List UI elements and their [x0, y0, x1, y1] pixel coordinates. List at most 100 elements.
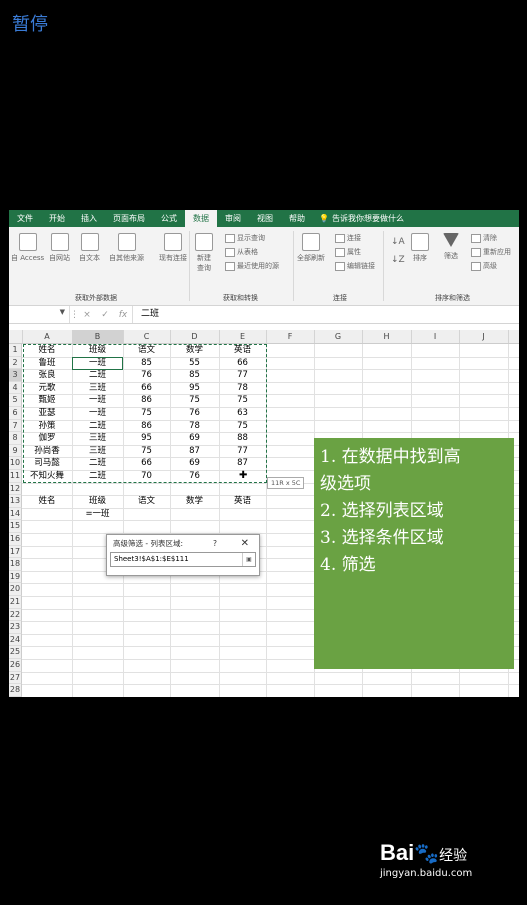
column-header-b[interactable]: B [72, 330, 124, 343]
row-header[interactable]: 15 [9, 520, 22, 533]
table-cell[interactable]: 语文 [123, 495, 170, 508]
tab-file[interactable]: 文件 [9, 210, 41, 227]
name-box[interactable]: ▼ [9, 306, 70, 323]
new-query-button[interactable]: 新建 查询 [195, 233, 213, 273]
row-header[interactable]: 4 [9, 381, 22, 395]
sort-button[interactable]: 排序 [411, 233, 429, 263]
column-header-j[interactable]: J [459, 330, 509, 343]
sort-desc-icon: ↓Z [391, 255, 405, 265]
row-header[interactable]: 17 [9, 545, 22, 559]
show-queries-button[interactable]: 显示查询 [225, 233, 265, 243]
row-header[interactable]: 12 [9, 482, 22, 496]
row-header[interactable]: 3 [9, 369, 22, 382]
row-header[interactable]: 10 [9, 457, 22, 470]
clear-button[interactable]: 清除 [471, 233, 497, 243]
select-all-corner[interactable] [9, 330, 23, 343]
row-header[interactable]: 21 [9, 596, 22, 609]
new-query-icon [195, 233, 213, 251]
from-text-button[interactable]: 自文本 [79, 233, 100, 263]
tab-data[interactable]: 数据 [185, 210, 217, 227]
edit-links-button[interactable]: 编辑链接 [335, 261, 375, 271]
table-cell[interactable]: 数学 [170, 495, 219, 508]
from-access-button[interactable]: 自 Access [11, 233, 44, 263]
row-header[interactable]: 16 [9, 533, 22, 546]
row-header[interactable]: 2 [9, 356, 22, 370]
row-header[interactable]: 7 [9, 419, 22, 433]
column-header-i[interactable]: I [411, 330, 460, 343]
row-header[interactable]: 22 [9, 608, 22, 622]
table-cell[interactable]: 英语 [219, 495, 266, 508]
cancel-icon[interactable]: × [78, 310, 96, 320]
from-other-sources-button[interactable]: 自其他来源 [109, 233, 144, 263]
sort-desc-button[interactable]: ↓Z [391, 255, 405, 265]
column-header-e[interactable]: E [219, 330, 267, 343]
worksheet-grid[interactable]: ABCDEFGHIJ 1 2 3 4 5 6 7 8 9 10 11 12 13 14 15 16 17 18 19… [9, 324, 519, 697]
row-header[interactable]: 25 [9, 646, 22, 659]
row-header[interactable]: 23 [9, 621, 22, 634]
recent-sources-button[interactable]: 最近使用的源 [225, 261, 279, 271]
refresh-all-button[interactable]: 全部刷新 [297, 233, 325, 263]
advanced-filter-button[interactable]: 高级 [471, 261, 497, 271]
close-icon[interactable]: ✕ [241, 535, 249, 552]
cursor-plus-icon: ✚ [239, 470, 248, 481]
row-header[interactable]: 8 [9, 432, 22, 445]
row-header[interactable]: 20 [9, 583, 22, 596]
column-header-g[interactable]: G [314, 330, 363, 343]
row-header[interactable]: 6 [9, 407, 22, 420]
fx-icon[interactable]: fx [114, 310, 132, 320]
column-header-c[interactable]: C [123, 330, 171, 343]
from-web-button[interactable]: 自网站 [49, 233, 70, 263]
pause-button[interactable]: 暂停 [12, 10, 48, 36]
watermark-url: jingyan.baidu.com [380, 868, 473, 879]
group-label-sort-filter: 排序和筛选 [435, 294, 470, 302]
enter-icon[interactable]: ✓ [96, 310, 114, 320]
column-header-f[interactable]: F [266, 330, 315, 343]
dialog-title-bar: 高级筛选 - 列表区域: ? ✕ [107, 535, 259, 552]
tab-help[interactable]: 帮助 [281, 210, 313, 227]
tab-formulas[interactable]: 公式 [153, 210, 185, 227]
row-header[interactable]: 24 [9, 633, 22, 647]
list-range-input[interactable]: Sheet3!$A$1:$E$111 ▣ [110, 552, 256, 567]
from-table-button[interactable]: 从表格 [225, 247, 258, 257]
tell-me-box[interactable]: 💡 告诉我你想要做什么 [313, 213, 404, 224]
sort-asc-button[interactable]: ↓A [391, 237, 405, 247]
help-icon[interactable]: ? [213, 535, 217, 552]
row-header[interactable]: 14 [9, 507, 22, 521]
expand-dialog-icon[interactable]: ▣ [242, 553, 255, 566]
link-icon [335, 233, 345, 243]
row-header[interactable]: 19 [9, 570, 22, 584]
row-header[interactable]: 13 [9, 495, 22, 508]
row-header[interactable]: 11 [9, 470, 22, 483]
refresh-icon [302, 233, 320, 251]
edit-links-icon [335, 261, 345, 271]
column-header-h[interactable]: H [362, 330, 412, 343]
row-header[interactable]: 1 [9, 344, 22, 357]
row-header[interactable]: 5 [9, 394, 22, 407]
row-header[interactable]: 18 [9, 558, 22, 571]
reapply-button[interactable]: 重新应用 [471, 247, 511, 257]
tab-review[interactable]: 审阅 [217, 210, 249, 227]
table-cell[interactable]: =一班 [72, 508, 123, 521]
ribbon-data: 自 Access 自网站 自文本 自其他来源 现有连接 获取外部数据 新建 查询… [9, 227, 519, 306]
tab-insert[interactable]: 插入 [73, 210, 105, 227]
row-header[interactable]: 27 [9, 671, 22, 685]
grip-icon: ⋮ [70, 309, 79, 320]
formula-input[interactable]: 二班 [132, 306, 519, 323]
properties-button[interactable]: 属性 [335, 247, 361, 257]
column-header-d[interactable]: D [170, 330, 220, 343]
row-header[interactable]: 9 [9, 444, 22, 458]
table-cell[interactable]: 班级 [72, 495, 123, 508]
ribbon-tabs: 文件 开始 插入 页面布局 公式 数据 审阅 视图 帮助 💡 告诉我你想要做什么 [9, 210, 519, 227]
row-header[interactable]: 28 [9, 684, 22, 697]
connections-button[interactable]: 连接 [335, 233, 361, 243]
column-header-a[interactable]: A [22, 330, 73, 343]
clear-filter-icon [471, 233, 481, 243]
row-header[interactable]: 26 [9, 659, 22, 672]
tab-page-layout[interactable]: 页面布局 [105, 210, 153, 227]
tab-home[interactable]: 开始 [41, 210, 73, 227]
existing-connections-button[interactable]: 现有连接 [159, 233, 187, 263]
table-cell[interactable]: 姓名 [22, 495, 72, 508]
tab-view[interactable]: 视图 [249, 210, 281, 227]
excel-window: 文件 开始 插入 页面布局 公式 数据 审阅 视图 帮助 💡 告诉我你想要做什么… [9, 210, 519, 697]
filter-button[interactable]: 筛选 [443, 233, 459, 261]
